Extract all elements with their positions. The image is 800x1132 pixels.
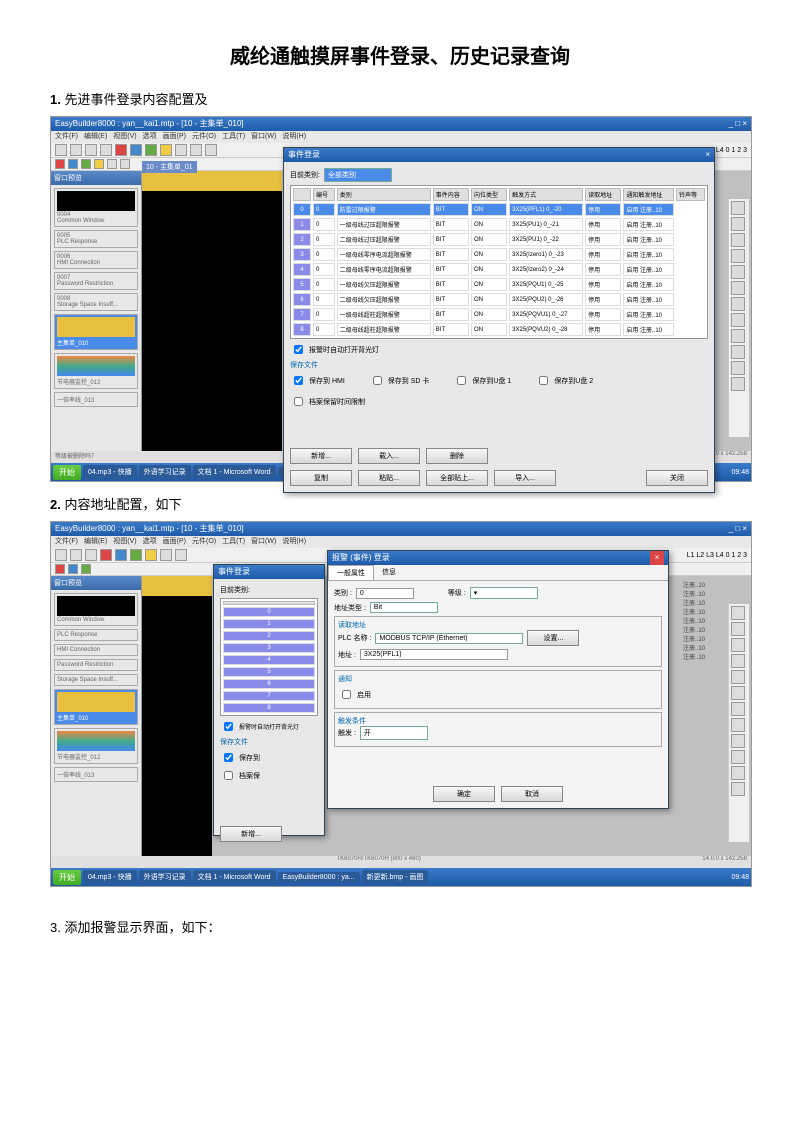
sidebar-item[interactable]: 0007Password Restriction xyxy=(54,272,138,290)
pasteall-button[interactable]: 全部贴上... xyxy=(426,470,488,486)
close-icon[interactable]: × xyxy=(705,148,710,162)
start-button[interactable]: 开始 xyxy=(53,870,81,885)
right-toolbar[interactable] xyxy=(728,604,749,842)
editor-canvas[interactable] xyxy=(142,576,212,856)
sidebar-item[interactable]: Common Window xyxy=(54,593,138,626)
plc-settings-button[interactable]: 设置... xyxy=(527,630,579,646)
sidebar-item[interactable]: 0008Storage Space Insuff... xyxy=(54,293,138,311)
save-sd-checkbox[interactable] xyxy=(373,376,382,385)
paste-button[interactable]: 粘贴... xyxy=(358,470,420,486)
sidebar-item[interactable]: PLC Response xyxy=(54,629,138,641)
sidebar-panel: 窗口预览 0004Common Window 0005PLC Response … xyxy=(51,171,142,451)
sidebar-item[interactable]: 0006HMI Connection xyxy=(54,251,138,269)
tab-general[interactable]: 一般属性 xyxy=(328,565,374,580)
editor-canvas[interactable]: 10 - 主集单_01 xyxy=(142,171,282,451)
event-login-dialog-bg: 事件登录 目前类别: 012345678 报警时自动打开背光灯 保存文件 保存到… xyxy=(213,564,325,836)
enable-checkbox[interactable] xyxy=(342,690,351,699)
save-usb2-checkbox[interactable] xyxy=(539,376,548,385)
window-titlebar: EasyBuilder8000 : yan__kai1.mtp - [10 - … xyxy=(51,522,751,536)
sidebar-item[interactable]: 节电器监控_012 xyxy=(54,353,138,389)
trigger-combo[interactable]: 开 xyxy=(360,726,428,740)
sidebar-item[interactable]: 0005PLC Response xyxy=(54,230,138,248)
sidebar-item[interactable]: 一倍率线_013 xyxy=(54,392,138,407)
save-hmi-checkbox[interactable] xyxy=(294,376,303,385)
limit-checkbox[interactable] xyxy=(294,397,303,406)
sidebar-item[interactable]: HMI Connection xyxy=(54,644,138,656)
sidebar-item[interactable]: Storage Space Insuff... xyxy=(54,674,138,686)
event-table[interactable]: 编号类别事件内容向位类型触发方式读取地址通知触发地址铃声等 00防雷过限报警BI… xyxy=(290,185,708,339)
ok-button[interactable]: 确定 xyxy=(433,786,495,802)
copy-button[interactable]: 复制 xyxy=(290,470,352,486)
priority-combo[interactable]: ▾ xyxy=(470,587,538,599)
category-combo[interactable]: 全部类别 xyxy=(324,168,392,182)
plc-combo[interactable]: MODBUS TCP/IP (Ethernet) xyxy=(375,633,523,644)
menubar[interactable]: 文件(F)编辑(E)视图(V)选项画面(P)元件(O)工具(T)窗口(W)说明(… xyxy=(51,131,751,143)
insert-button[interactable]: 载入... xyxy=(358,448,420,464)
sidebar-item-active[interactable]: 主集单_010 xyxy=(54,314,138,350)
sidebar-item[interactable]: 0004Common Window xyxy=(54,188,138,227)
step-3: 3. 添加报警显示界面，如下： xyxy=(50,917,750,936)
statusbar: TK6070H/TK6070H (800 x 480)14.0.0 x 142.… xyxy=(51,856,751,868)
event-login-dialog: 事件登录× 目前类别:全部类别 编号类别事件内容向位类型触发方式读取地址通知触发… xyxy=(283,147,715,493)
menubar[interactable]: 文件(F)编辑(E)视图(V)选项画面(P)元件(O)工具(T)窗口(W)说明(… xyxy=(51,536,751,548)
close-button[interactable]: 关闭 xyxy=(646,470,708,486)
step-2: 2. 内容地址配置，如下 xyxy=(50,494,750,513)
category-input[interactable]: 0 xyxy=(356,588,414,599)
sidebar-item[interactable]: 一倍率线_013 xyxy=(54,767,138,782)
tab-info[interactable]: 信息 xyxy=(374,565,404,580)
window-titlebar: EasyBuilder8000 : yan__kai1.mtp - [10 - … xyxy=(51,117,751,131)
taskbar[interactable]: 开始 04.mp3 - 快播 外语学习记录 文档 1 - Microsoft W… xyxy=(51,868,751,886)
cancel-button[interactable]: 取消 xyxy=(501,786,563,802)
export-button[interactable]: 导入... xyxy=(494,470,556,486)
page-title: 威纶通触摸屏事件登录、历史记录查询 xyxy=(50,40,750,69)
close-icon[interactable]: × xyxy=(650,551,664,565)
alarm-event-dialog: 报警 (事件) 登录× 一般属性 信息 类别 :0 等级 :▾ 地址类型 :Bi… xyxy=(327,550,669,809)
sidebar-item[interactable]: 节电器监控_012 xyxy=(54,728,138,764)
start-button[interactable]: 开始 xyxy=(53,465,81,480)
delete-button[interactable]: 删除 xyxy=(426,448,488,464)
step-1: 1. 先进事件登录内容配置及 xyxy=(50,89,750,108)
sidebar-panel: 窗口预览 Common Window PLC Response HMI Conn… xyxy=(51,576,142,856)
screenshot-1: EasyBuilder8000 : yan__kai1.mtp - [10 - … xyxy=(50,116,752,482)
backlight-checkbox[interactable] xyxy=(294,345,303,354)
sidebar-item-active[interactable]: 主集单_010 xyxy=(54,689,138,725)
right-toolbar[interactable] xyxy=(728,199,749,437)
save-usb1-checkbox[interactable] xyxy=(457,376,466,385)
screenshot-2: EasyBuilder8000 : yan__kai1.mtp - [10 - … xyxy=(50,521,752,887)
address-input[interactable]: 3X25(PFL1) xyxy=(360,649,508,660)
sidebar-item[interactable]: Password Restriction xyxy=(54,659,138,671)
new-button[interactable]: 新增... xyxy=(290,448,352,464)
addrtype-combo[interactable]: Bit xyxy=(370,602,438,613)
